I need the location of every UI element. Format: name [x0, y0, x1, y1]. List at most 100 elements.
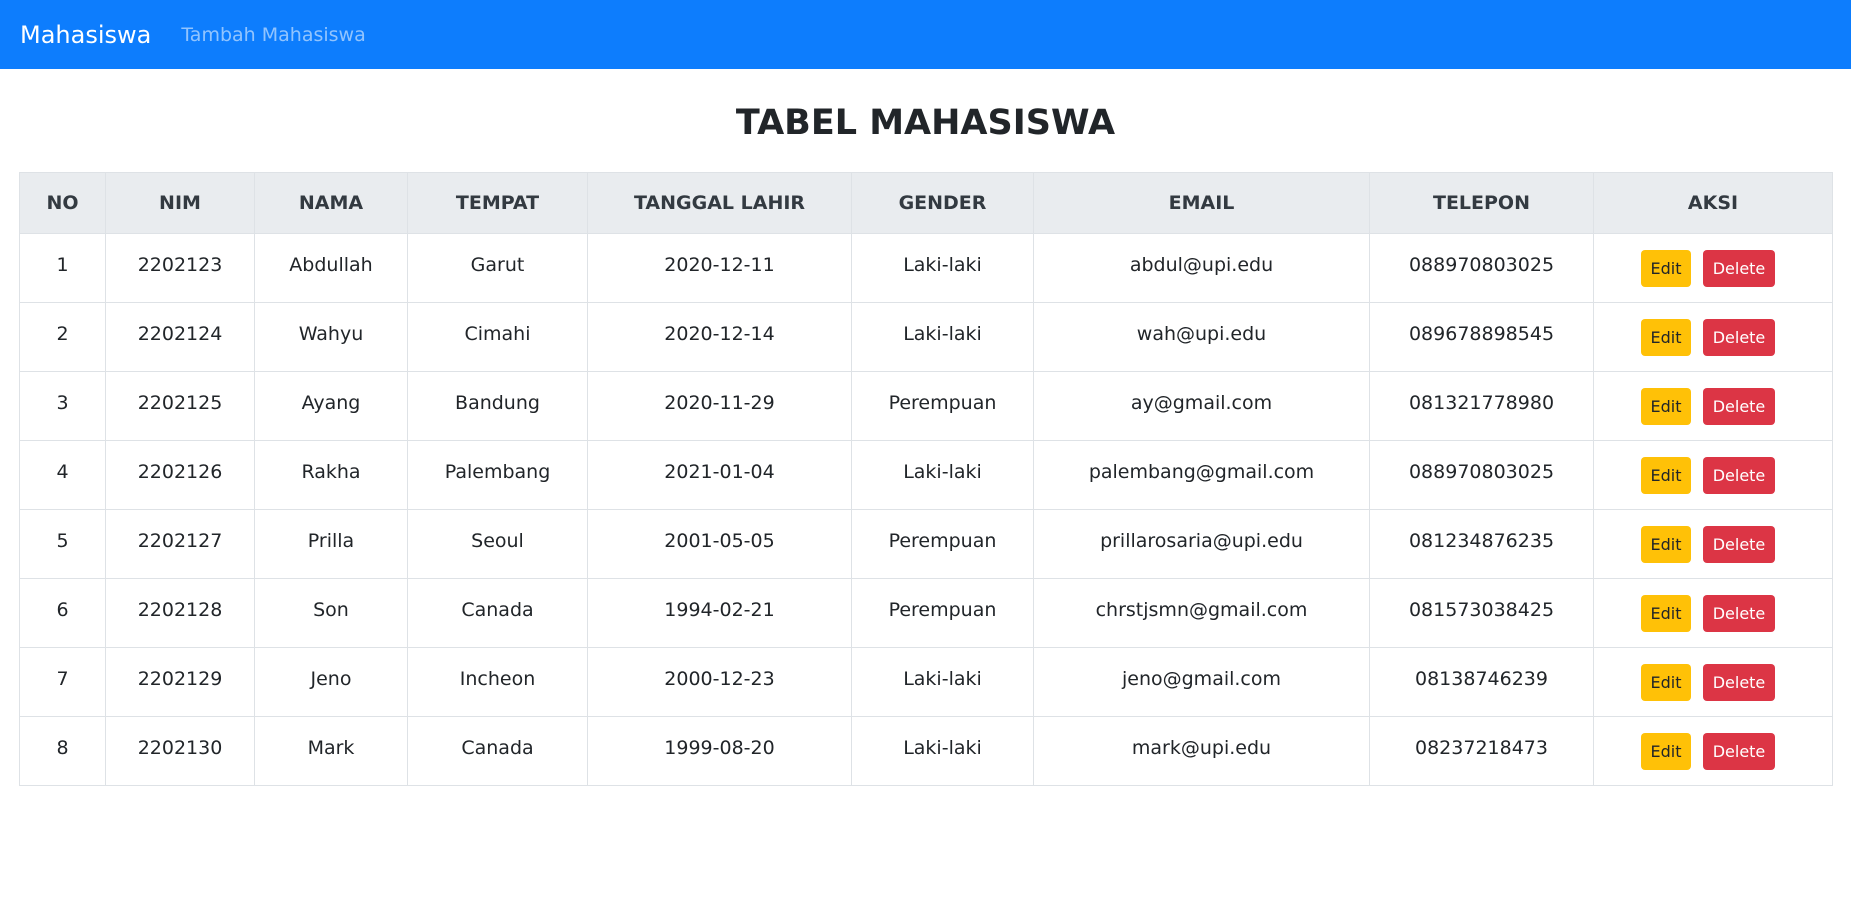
- table-row: 6 2202128 Son Canada 1994-02-21 Perempuan chrs…: [19, 578, 1833, 648]
- delete-button[interactable]: Delete: [1703, 456, 1775, 494]
- table-row: 4 2202126 Rakha Palembang 2021-01-04 Laki-lak…: [19, 440, 1833, 510]
- cell-telepon: 08237218473: [1369, 716, 1594, 786]
- edit-button[interactable]: Edit: [1641, 663, 1691, 701]
- table-row: 1 2202123 Abdullah Garut 2020-12-11 Laki-laki…: [19, 233, 1833, 303]
- row-actions: Edit Delete: [1584, 249, 1832, 287]
- cell-tempat: Incheon: [407, 647, 588, 717]
- cell-nama: Wahyu: [254, 302, 408, 372]
- row-actions: Edit Delete: [1584, 594, 1832, 632]
- cell-tanggal-lahir: 2001-05-05: [587, 509, 852, 579]
- cell-gender: Laki-laki: [851, 647, 1034, 717]
- edit-button[interactable]: Edit: [1641, 525, 1691, 563]
- cell-aksi: Edit Delete: [1593, 509, 1833, 579]
- cell-email: wah@upi.edu: [1033, 302, 1370, 372]
- cell-email: jeno@gmail.com: [1033, 647, 1370, 717]
- navbar-brand[interactable]: Mahasiswa: [20, 21, 151, 49]
- cell-no: 1: [19, 233, 106, 303]
- cell-tempat: Garut: [407, 233, 588, 303]
- cell-telepon: 081573038425: [1369, 578, 1594, 648]
- cell-no: 8: [19, 716, 106, 786]
- cell-gender: Laki-laki: [851, 233, 1034, 303]
- cell-nim: 2202126: [105, 440, 255, 510]
- page-title: TABEL MAHASISWA: [735, 103, 1116, 143]
- cell-nama: Rakha: [254, 440, 408, 510]
- cell-no: 4: [19, 440, 106, 510]
- column-header-tanggal-lahir: TANGGAL LAHIR: [587, 172, 852, 234]
- cell-tempat: Cimahi: [407, 302, 588, 372]
- edit-button[interactable]: Edit: [1641, 456, 1691, 494]
- delete-button[interactable]: Delete: [1703, 732, 1775, 770]
- cell-tanggal-lahir: 1999-08-20: [587, 716, 852, 786]
- edit-button[interactable]: Edit: [1641, 318, 1691, 356]
- edit-button[interactable]: Edit: [1641, 732, 1691, 770]
- cell-nama: Prilla: [254, 509, 408, 579]
- mahasiswa-table: NO NIM NAMA TEMPAT TANGGAL LAHIR GENDER EMAIL T…: [19, 172, 1833, 786]
- row-actions: Edit Delete: [1584, 525, 1832, 563]
- cell-tanggal-lahir: 1994-02-21: [587, 578, 852, 648]
- edit-button[interactable]: Edit: [1641, 387, 1691, 425]
- column-header-email: EMAIL: [1033, 172, 1370, 234]
- cell-gender: Laki-laki: [851, 716, 1034, 786]
- cell-aksi: Edit Delete: [1593, 647, 1833, 717]
- cell-tanggal-lahir: 2020-12-11: [587, 233, 852, 303]
- table-container: NO NIM NAMA TEMPAT TANGGAL LAHIR GENDER EMAIL T…: [19, 172, 1833, 786]
- cell-gender: Perempuan: [851, 509, 1034, 579]
- cell-nim: 2202123: [105, 233, 255, 303]
- cell-no: 7: [19, 647, 106, 717]
- row-actions: Edit Delete: [1584, 387, 1832, 425]
- row-actions: Edit Delete: [1584, 663, 1832, 701]
- cell-aksi: Edit Delete: [1593, 440, 1833, 510]
- table-row: 2 2202124 Wahyu Cimahi 2020-12-14 Laki-laki wa…: [19, 302, 1833, 372]
- cell-telepon: 081234876235: [1369, 509, 1594, 579]
- column-header-nim: NIM: [105, 172, 255, 234]
- cell-aksi: Edit Delete: [1593, 716, 1833, 786]
- cell-telepon: 081321778980: [1369, 371, 1594, 441]
- cell-telepon: 089678898545: [1369, 302, 1594, 372]
- cell-no: 5: [19, 509, 106, 579]
- cell-aksi: Edit Delete: [1593, 302, 1833, 372]
- cell-nim: 2202130: [105, 716, 255, 786]
- delete-button[interactable]: Delete: [1703, 249, 1775, 287]
- table-row: 5 2202127 Prilla Seoul 2001-05-05 Perempuan pr…: [19, 509, 1833, 579]
- cell-tanggal-lahir: 2000-12-23: [587, 647, 852, 717]
- nav-link-tambah-mahasiswa[interactable]: Tambah Mahasiswa: [181, 24, 365, 46]
- cell-no: 3: [19, 371, 106, 441]
- cell-nim: 2202125: [105, 371, 255, 441]
- table-body: 1 2202123 Abdullah Garut 2020-12-11 Laki-laki…: [19, 233, 1833, 786]
- cell-tempat: Seoul: [407, 509, 588, 579]
- table-header: NO NIM NAMA TEMPAT TANGGAL LAHIR GENDER EMAIL T…: [19, 172, 1833, 234]
- cell-tanggal-lahir: 2020-12-14: [587, 302, 852, 372]
- delete-button[interactable]: Delete: [1703, 387, 1775, 425]
- cell-gender: Perempuan: [851, 371, 1034, 441]
- edit-button[interactable]: Edit: [1641, 249, 1691, 287]
- cell-tempat: Bandung: [407, 371, 588, 441]
- delete-button[interactable]: Delete: [1703, 525, 1775, 563]
- column-header-telepon: TELEPON: [1369, 172, 1594, 234]
- navbar: Mahasiswa Tambah Mahasiswa: [0, 0, 1851, 69]
- cell-nim: 2202128: [105, 578, 255, 648]
- cell-email: palembang@gmail.com: [1033, 440, 1370, 510]
- cell-tempat: Canada: [407, 716, 588, 786]
- cell-aksi: Edit Delete: [1593, 233, 1833, 303]
- cell-gender: Laki-laki: [851, 440, 1034, 510]
- cell-gender: Perempuan: [851, 578, 1034, 648]
- cell-tanggal-lahir: 2021-01-04: [587, 440, 852, 510]
- cell-gender: Laki-laki: [851, 302, 1034, 372]
- cell-email: mark@upi.edu: [1033, 716, 1370, 786]
- cell-nim: 2202127: [105, 509, 255, 579]
- delete-button[interactable]: Delete: [1703, 663, 1775, 701]
- cell-no: 6: [19, 578, 106, 648]
- cell-nama: Ayang: [254, 371, 408, 441]
- cell-email: ay@gmail.com: [1033, 371, 1370, 441]
- cell-telepon: 08138746239: [1369, 647, 1594, 717]
- column-header-tempat: TEMPAT: [407, 172, 588, 234]
- delete-button[interactable]: Delete: [1703, 594, 1775, 632]
- edit-button[interactable]: Edit: [1641, 594, 1691, 632]
- cell-no: 2: [19, 302, 106, 372]
- cell-nama: Jeno: [254, 647, 408, 717]
- column-header-nama: NAMA: [254, 172, 408, 234]
- column-header-aksi: AKSI: [1593, 172, 1833, 234]
- column-header-gender: GENDER: [851, 172, 1034, 234]
- delete-button[interactable]: Delete: [1703, 318, 1775, 356]
- cell-tanggal-lahir: 2020-11-29: [587, 371, 852, 441]
